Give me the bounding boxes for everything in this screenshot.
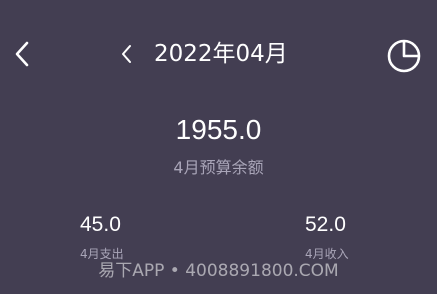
chevron-left-icon [15, 41, 29, 67]
header: 2022年04月 [0, 0, 437, 110]
pie-chart-icon [387, 39, 421, 73]
budget-remaining-caption: 4月预算余额 [173, 158, 264, 177]
month-label[interactable]: 2022年04月 [154, 38, 288, 70]
income-stat[interactable]: 52.0 4月收入 [305, 210, 395, 262]
prev-month-button[interactable] [116, 40, 138, 68]
income-value: 52.0 [305, 213, 346, 236]
expense-stat[interactable]: 45.0 4月支出 [80, 210, 170, 262]
budget-remaining-value: 1955.0 [175, 114, 262, 145]
watermark: 易下APP • 4008891800.COM [98, 261, 339, 281]
back-button[interactable] [8, 36, 36, 72]
chart-button[interactable] [383, 35, 425, 77]
chevron-left-icon [122, 45, 131, 63]
expense-value: 45.0 [80, 213, 121, 236]
